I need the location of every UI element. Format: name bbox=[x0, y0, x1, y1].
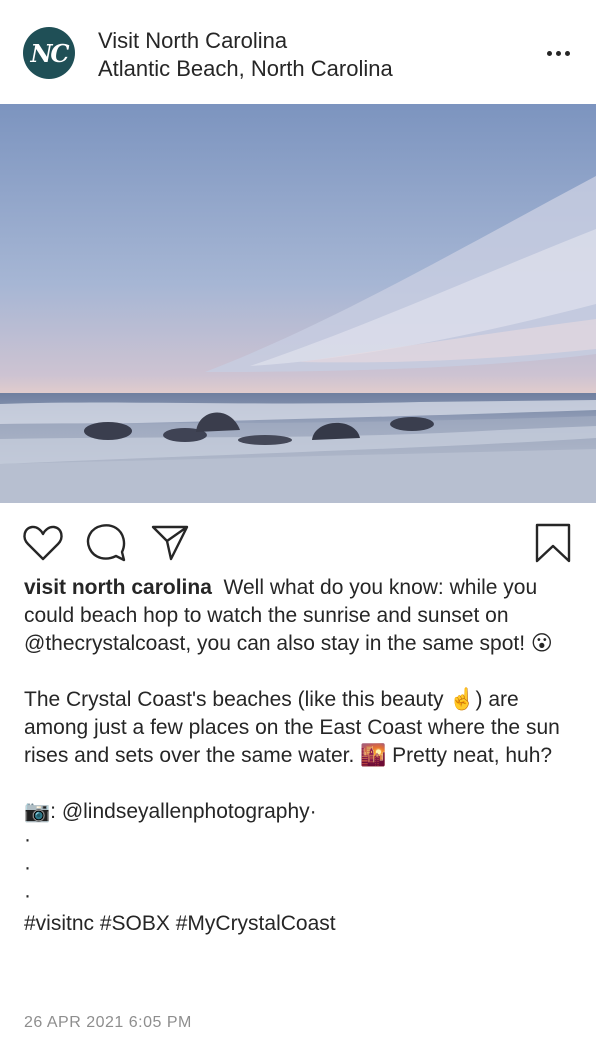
more-options-icon[interactable] bbox=[540, 40, 576, 66]
post-timestamp: 26 APR 2021 6:05 PM bbox=[24, 1014, 192, 1031]
send-icon[interactable] bbox=[150, 524, 190, 562]
post-photo[interactable] bbox=[0, 104, 596, 503]
caption-username[interactable]: visit north carolina bbox=[24, 576, 212, 599]
avatar[interactable]: NC bbox=[23, 27, 75, 79]
comment-icon[interactable] bbox=[86, 522, 128, 564]
caption-text: Well what do you know: while you could b… bbox=[24, 576, 560, 935]
post-header: NC Visit North Carolina Atlantic Beach, … bbox=[0, 0, 596, 104]
account-name[interactable]: Visit North Carolina bbox=[98, 27, 287, 55]
bookmark-icon[interactable] bbox=[534, 522, 572, 564]
post-caption: visit north carolina Well what do you kn… bbox=[24, 574, 580, 938]
avatar-logo-text: NC bbox=[30, 38, 69, 68]
location-link[interactable]: Atlantic Beach, North Carolina bbox=[98, 55, 393, 83]
heart-icon[interactable] bbox=[22, 523, 64, 563]
